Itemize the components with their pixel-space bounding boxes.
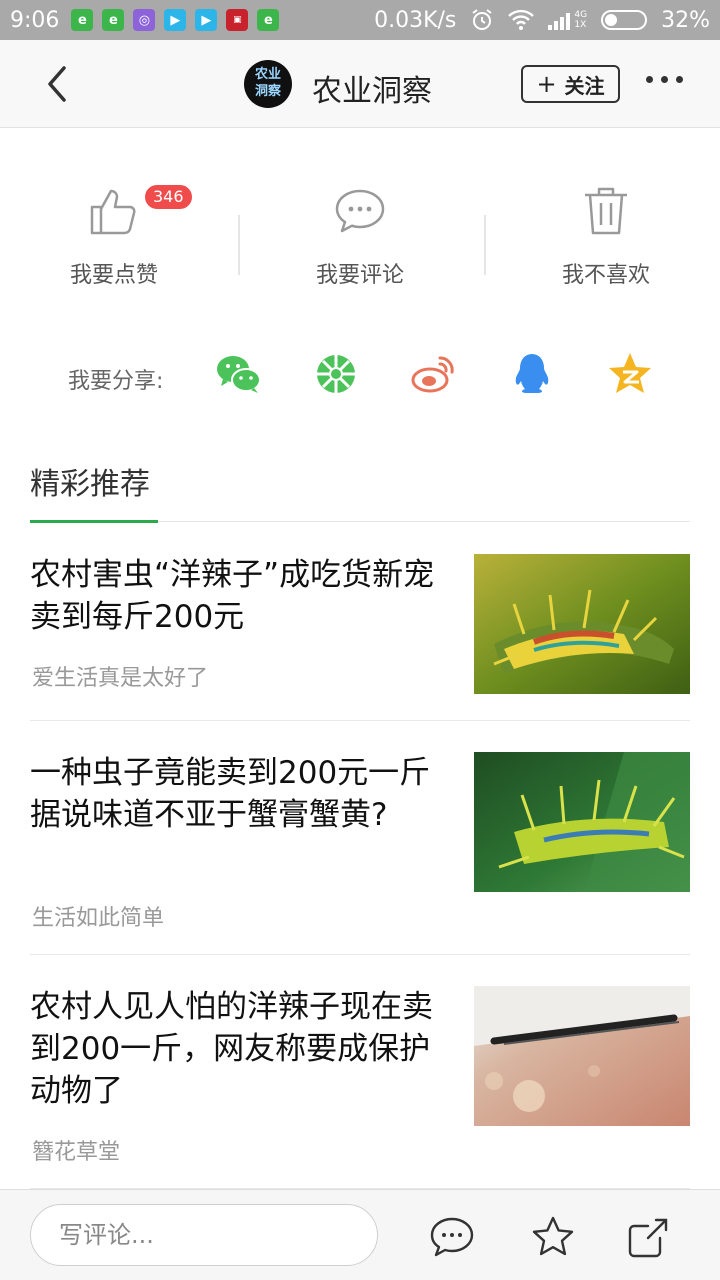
comments-icon[interactable] — [429, 1214, 475, 1260]
share-label: 我要分享: — [68, 369, 164, 394]
wechat-icon[interactable] — [214, 350, 262, 398]
weibo-icon[interactable] — [410, 350, 458, 398]
qq-icon[interactable] — [508, 350, 556, 398]
video-app-icon: ▶ — [195, 9, 218, 31]
back-arrow-icon[interactable] — [38, 60, 78, 108]
article-title[interactable]: 一种虫子竟能卖到200元一斤 据说味道不亚于蟹膏蟹黄? — [30, 752, 440, 836]
comment-label: 我要评论 — [315, 263, 404, 288]
divider — [238, 215, 240, 275]
channel-title[interactable]: 农业洞察 — [312, 66, 432, 110]
article-thumbnail[interactable] — [474, 986, 690, 1126]
qzone-icon[interactable] — [606, 350, 654, 398]
follow-button[interactable]: + 关注 — [521, 65, 620, 103]
network-type: 4G — [574, 10, 588, 20]
recommend-section-title: 精彩推荐 — [30, 467, 150, 502]
section-title-underline — [30, 520, 158, 523]
bottom-bar: 写评论... — [0, 1189, 720, 1280]
moments-icon[interactable] — [312, 350, 360, 398]
article-item[interactable]: 农村人见人怕的洋辣子现在卖到200一斤，网友称要成保护动物了 簪花草堂 — [30, 986, 690, 1166]
channel-logo[interactable]: 农业 洞察 — [244, 60, 292, 108]
divider — [484, 215, 486, 275]
news-app-icon: ▣ — [226, 9, 249, 31]
article-item[interactable]: 农村害虫“洋辣子”成吃货新宠 卖到每斤200元 爱生活真是太好了 — [30, 554, 690, 704]
camera-app-icon: ◎ — [133, 9, 156, 31]
article-separator — [30, 954, 690, 955]
browser-app-icon: e — [102, 9, 125, 31]
article-title[interactable]: 农村人见人怕的洋辣子现在卖到200一斤，网友称要成保护动物了 — [30, 986, 440, 1112]
status-bar: 9:06 e e ◎ ▶ ▶ ▣ e 0.03K/s 4G 1X 32% — [0, 0, 720, 40]
article-separator — [30, 720, 690, 721]
wifi-icon — [508, 9, 535, 30]
battery-percent: 32% — [661, 7, 710, 33]
article-source: 生活如此简单 — [32, 906, 165, 931]
article-source: 簪花草堂 — [32, 1140, 121, 1165]
network-speed: 0.03K/s — [374, 7, 457, 33]
reaction-actions: 我要点赞 我要评论 我不喜欢 — [0, 185, 720, 305]
trash-icon — [585, 187, 627, 235]
plus-icon: + — [536, 70, 557, 98]
logo-text-line1: 农业 — [254, 67, 281, 82]
logo-text-line2: 洞察 — [254, 84, 281, 99]
more-options-icon[interactable] — [646, 76, 683, 83]
video-app-icon: ▶ — [164, 9, 187, 31]
notification-icons: e e ◎ ▶ ▶ ▣ e — [71, 9, 280, 31]
share-icon[interactable] — [626, 1214, 672, 1260]
thumbs-up-icon — [90, 189, 136, 235]
article-source: 爱生活真是太好了 — [32, 666, 209, 691]
status-time: 9:06 — [10, 7, 60, 33]
article-header: 农业 洞察 农业洞察 + 关注 — [0, 40, 720, 128]
browser-app-icon: e — [257, 9, 280, 31]
alarm-icon — [472, 9, 492, 30]
comment-button[interactable]: 我要评论 — [260, 185, 460, 289]
like-count-badge: 346 — [145, 185, 192, 209]
dislike-label: 我不喜欢 — [561, 263, 650, 288]
like-label: 我要点赞 — [69, 263, 158, 288]
sim-label: 1X — [574, 20, 587, 30]
follow-label: 关注 — [564, 73, 605, 98]
dislike-button[interactable]: 我不喜欢 — [506, 185, 706, 289]
comment-bubble-icon — [335, 189, 385, 233]
comment-input[interactable]: 写评论... — [30, 1204, 378, 1266]
article-thumbnail[interactable] — [474, 554, 690, 694]
favorite-star-icon[interactable] — [530, 1214, 576, 1260]
article-item[interactable]: 一种虫子竟能卖到200元一斤 据说味道不亚于蟹膏蟹黄? 生活如此简单 — [30, 752, 690, 932]
article-thumbnail[interactable] — [474, 752, 690, 892]
browser-app-icon: e — [71, 9, 94, 31]
article-title[interactable]: 农村害虫“洋辣子”成吃货新宠 卖到每斤200元 — [30, 554, 440, 638]
battery-icon — [601, 10, 648, 30]
signal-icon: 4G 1X — [548, 10, 587, 30]
